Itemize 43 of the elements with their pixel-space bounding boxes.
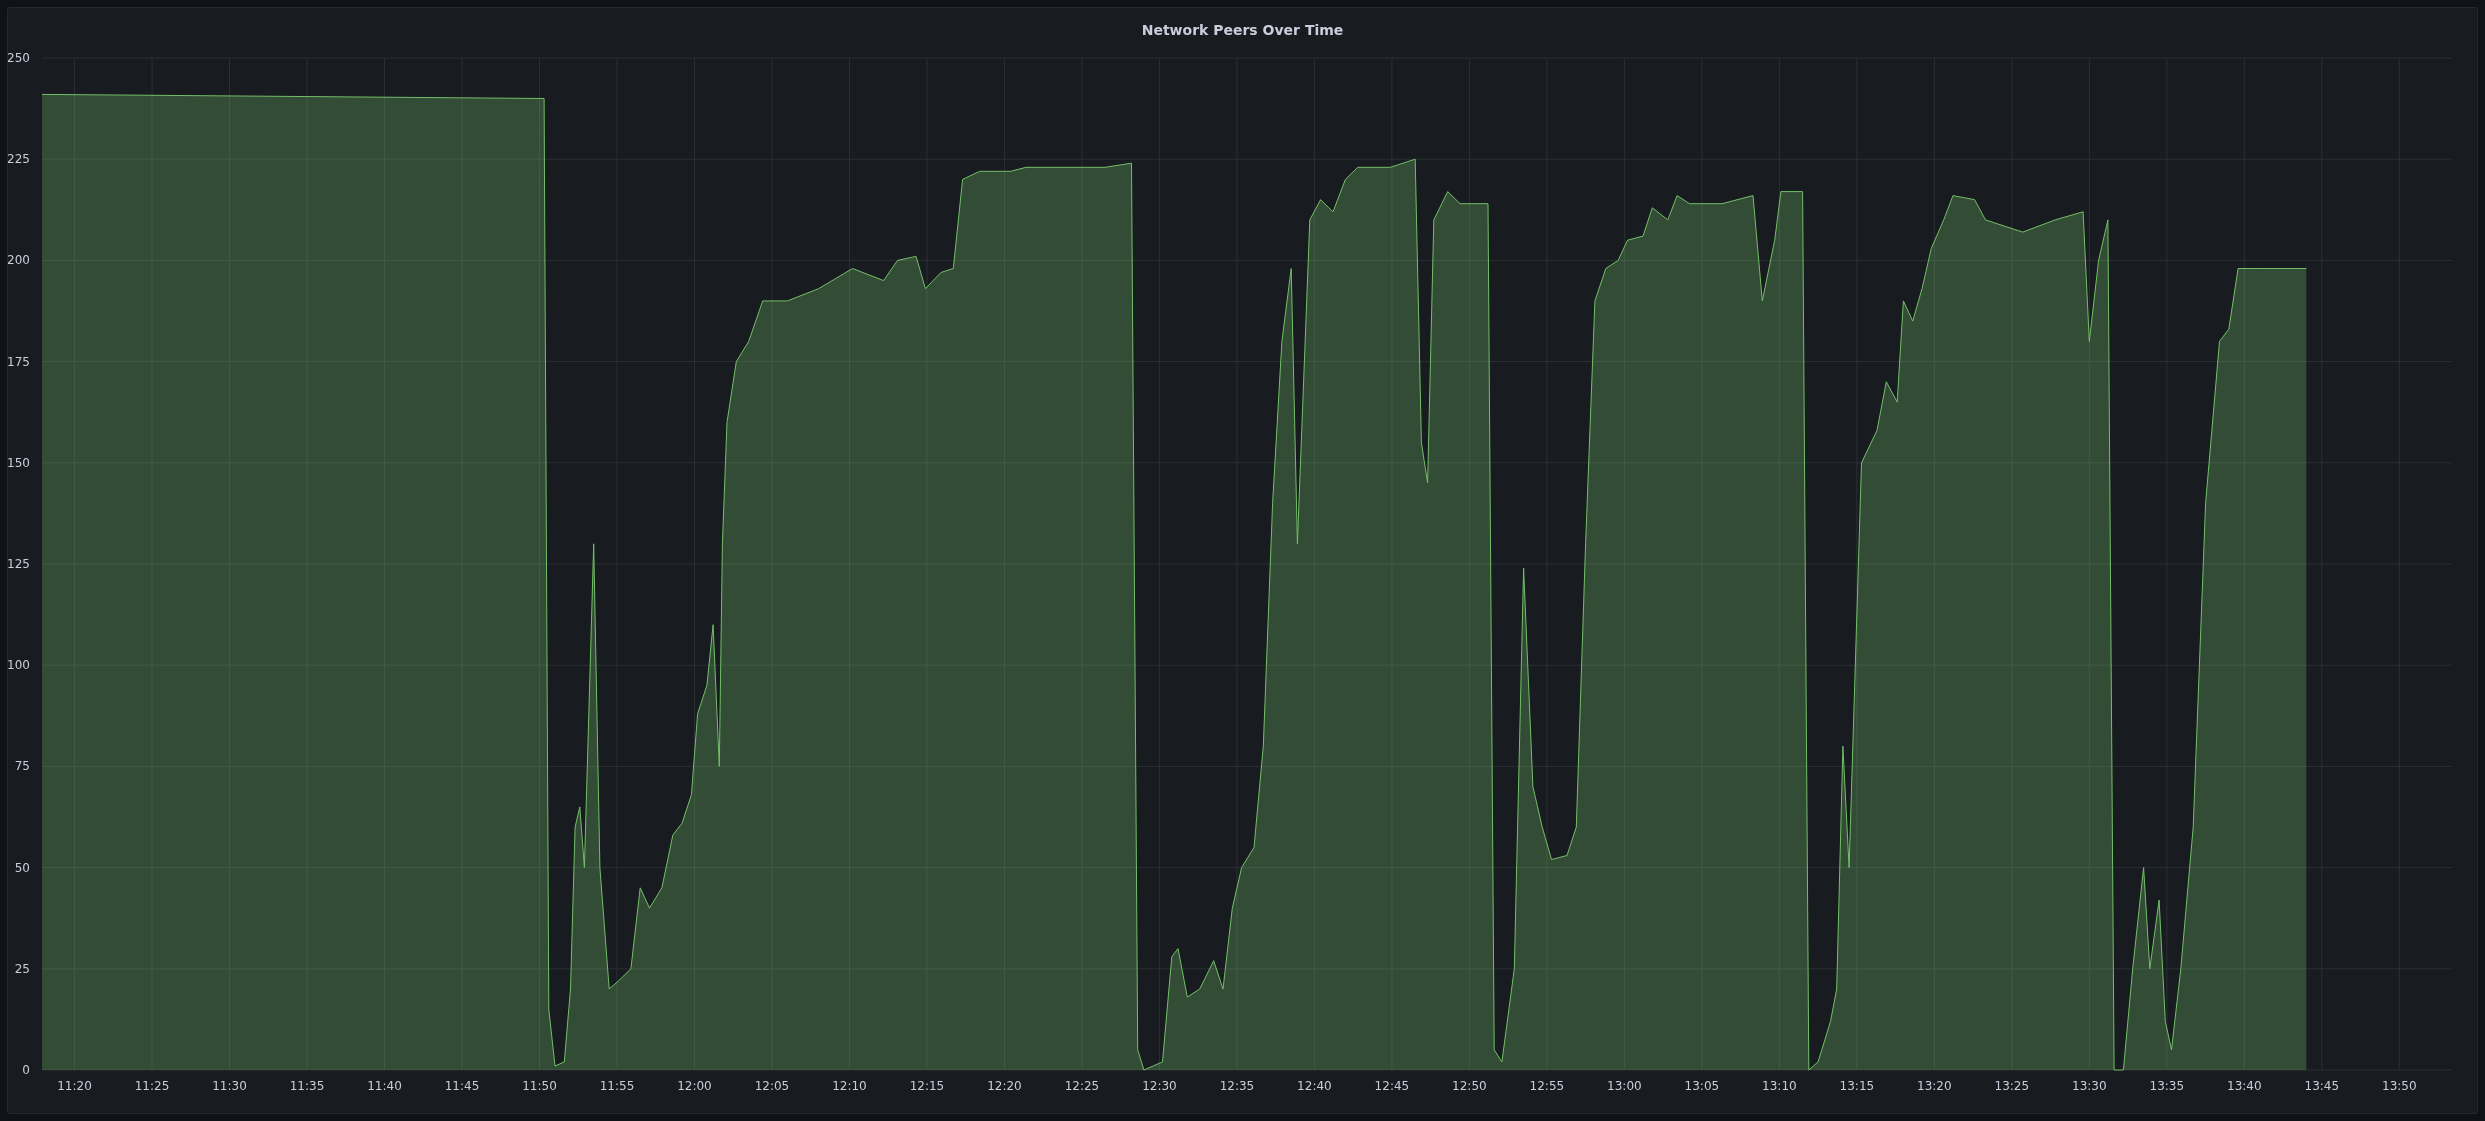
y-tick-label: 150 — [8, 455, 30, 470]
x-tick-label: 12:40 — [1297, 1079, 1332, 1093]
y-tick-label: 0 — [22, 1063, 30, 1077]
x-tick-label: 12:50 — [1452, 1079, 1487, 1093]
y-tick-label: 50 — [14, 860, 30, 875]
y-tick-label: 25 — [14, 961, 30, 976]
y-tick-label: 75 — [14, 759, 30, 774]
x-tick-label: 11:50 — [522, 1079, 557, 1093]
x-tick-label: 13:30 — [2072, 1079, 2107, 1093]
x-tick-label: 12:00 — [677, 1079, 712, 1093]
x-tick-label: 13:20 — [1917, 1079, 1952, 1093]
x-tick-label: 11:30 — [212, 1079, 247, 1093]
x-tick-label: 13:05 — [1684, 1079, 1720, 1093]
y-tick-label: 200 — [8, 253, 30, 268]
x-tick-label: 12:55 — [1529, 1079, 1565, 1093]
y-tick-label: 250 — [8, 51, 30, 65]
x-tick-label: 11:35 — [289, 1079, 325, 1093]
x-tick-label: 13:00 — [1607, 1079, 1642, 1093]
y-tick-label: 100 — [8, 658, 30, 673]
x-tick-label: 13:35 — [2149, 1079, 2185, 1093]
x-tick-label: 12:25 — [1064, 1079, 1100, 1093]
y-tick-label: 225 — [8, 152, 30, 167]
x-tick-label: 13:15 — [1839, 1079, 1875, 1093]
x-tick-label: 11:55 — [599, 1079, 635, 1093]
x-tick-label: 11:20 — [57, 1079, 92, 1093]
x-tick-label: 12:10 — [832, 1079, 867, 1093]
x-tick-label: 11:45 — [444, 1079, 480, 1093]
x-tick-label: 12:45 — [1374, 1079, 1410, 1093]
x-tick-label: 13:50 — [2382, 1079, 2417, 1093]
x-tick-label: 12:05 — [754, 1079, 790, 1093]
x-tick-label: 13:45 — [2304, 1079, 2340, 1093]
x-tick-label: 13:10 — [1762, 1079, 1797, 1093]
x-tick-label: 13:25 — [1994, 1079, 2030, 1093]
x-tick-label: 12:30 — [1142, 1079, 1177, 1093]
x-tick-label: 13:40 — [2227, 1079, 2262, 1093]
x-tick-label: 12:35 — [1219, 1079, 1255, 1093]
x-tick-label: 11:40 — [367, 1079, 402, 1093]
panel-title: Network Peers Over Time — [1141, 21, 1344, 40]
x-tick-label: 11:25 — [134, 1079, 170, 1093]
x-tick-label: 12:20 — [987, 1079, 1022, 1093]
y-tick-label: 125 — [8, 557, 30, 571]
y-tick-label: 175 — [8, 354, 30, 369]
x-tick-label: 12:15 — [909, 1079, 945, 1093]
